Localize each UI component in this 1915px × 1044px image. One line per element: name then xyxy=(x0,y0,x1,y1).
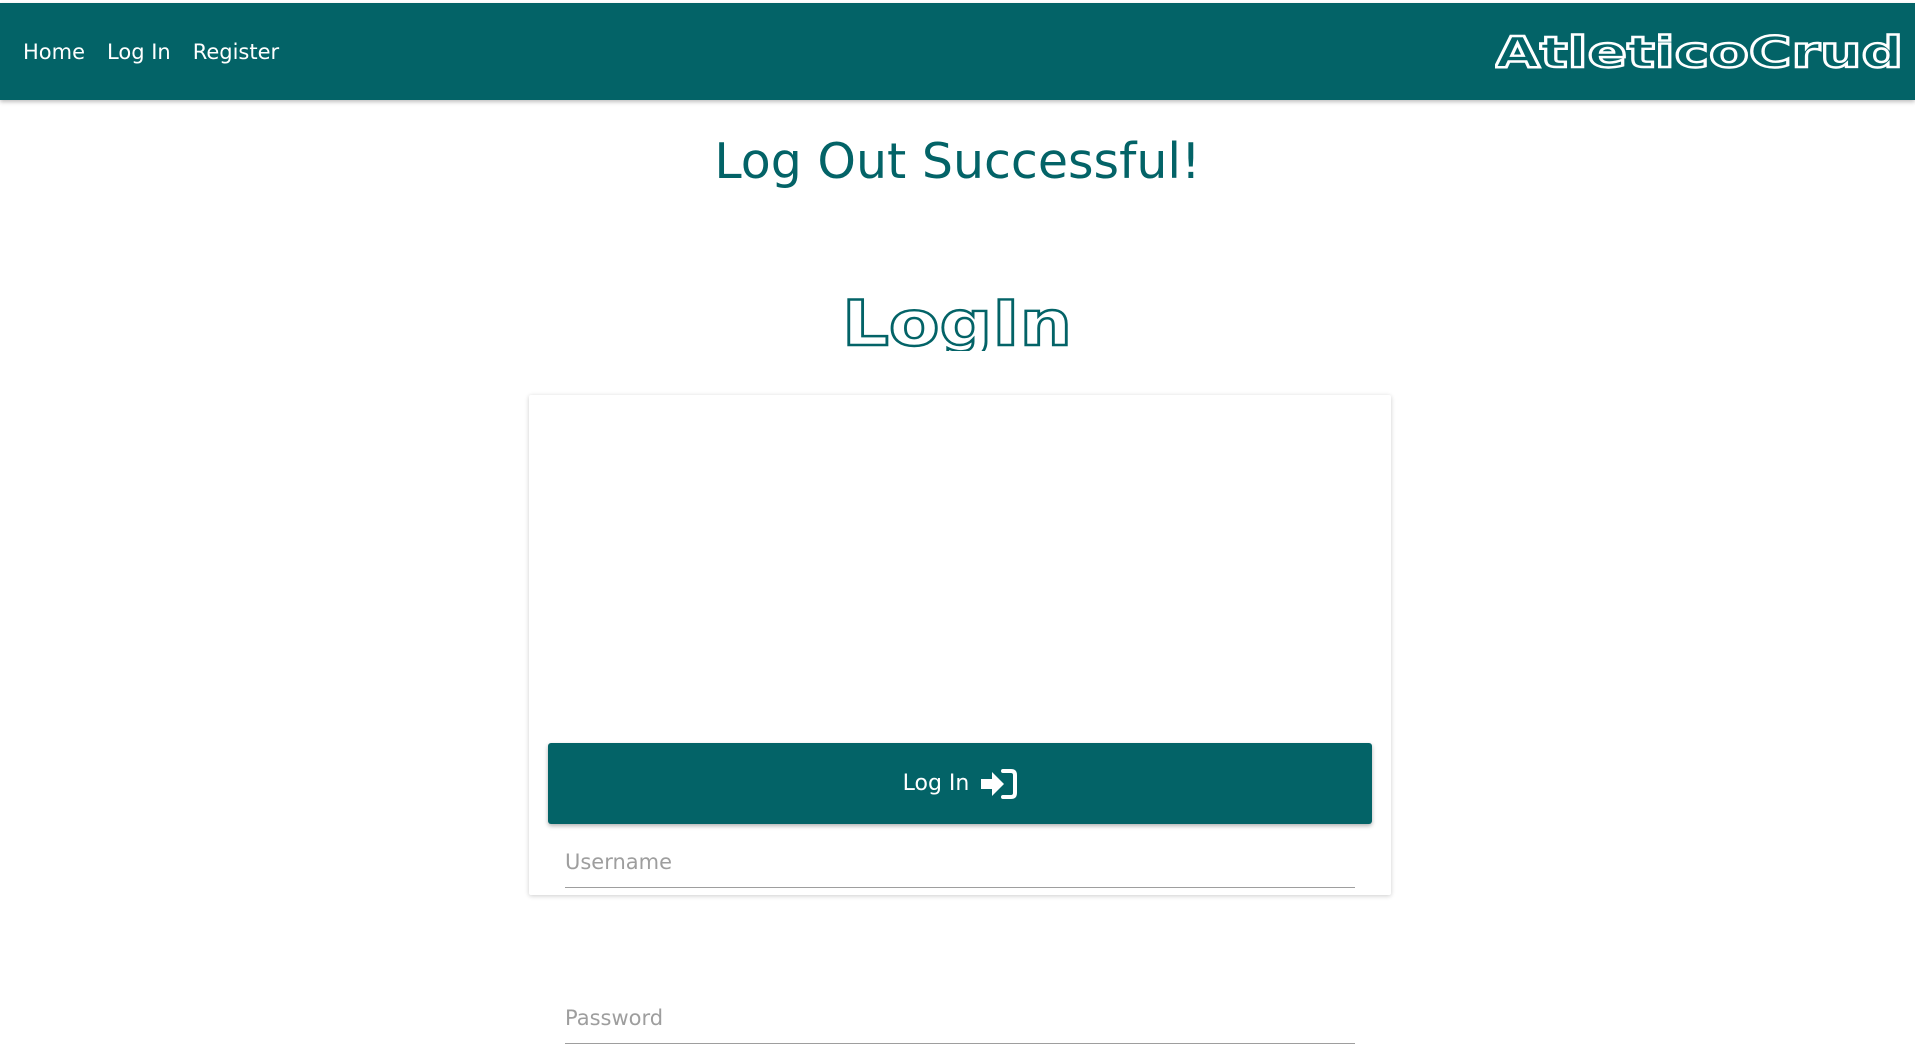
brand-logo[interactable]: AtleticoCrud xyxy=(1495,25,1907,75)
login-submit-button[interactable]: Log In xyxy=(548,743,1372,824)
login-submit-label: Log In xyxy=(902,771,970,796)
brand-logo-text: AtleticoCrud xyxy=(1495,28,1903,75)
top-navbar: Home Log In Register AtleticoCrud xyxy=(0,3,1915,100)
login-heading: LogIn xyxy=(841,286,1073,351)
login-heading-text: LogIn xyxy=(842,287,1072,351)
sign-in-icon xyxy=(981,768,1018,799)
username-input[interactable] xyxy=(565,837,1355,888)
nav-links: Home Log In Register xyxy=(0,3,301,100)
nav-link-login[interactable]: Log In xyxy=(107,40,171,64)
logout-status-message: Log Out Successful! xyxy=(714,133,1201,190)
nav-link-home[interactable]: Home xyxy=(23,40,85,64)
password-input[interactable] xyxy=(565,993,1355,1044)
nav-link-register[interactable]: Register xyxy=(193,40,279,64)
